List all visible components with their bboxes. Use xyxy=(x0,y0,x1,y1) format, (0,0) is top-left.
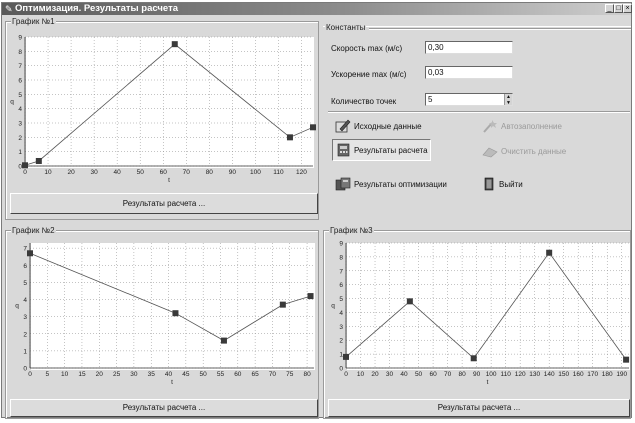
x-tick-label: 170 xyxy=(587,371,598,378)
y-tick-label: 5 xyxy=(339,296,343,303)
x-tick-label: 10 xyxy=(357,371,365,378)
y-tick-label: 1 xyxy=(339,352,343,359)
y-tick-label: 6 xyxy=(339,282,343,289)
graph-3-chart: 0 10 20 30 40 50 60 70 80 90 100 110 120 130 140 150 160… xyxy=(331,241,630,386)
y-axis-label: q xyxy=(331,303,335,310)
x-tick-label: 180 xyxy=(602,371,613,378)
y-tick-label: 7 xyxy=(339,268,343,275)
data-point xyxy=(470,355,477,362)
x-tick-label: 0 xyxy=(344,371,348,378)
main-window: ✎ Оптимизация. Результаты расчета _ □ × … xyxy=(1,2,632,419)
x-tick-label: 20 xyxy=(371,371,379,378)
x-tick-label: 80 xyxy=(458,371,466,378)
data-point xyxy=(343,353,349,360)
y-tick-label: 8 xyxy=(339,254,343,261)
y-tick-label: 4 xyxy=(339,310,343,317)
graph-3-results-button[interactable]: Результаты расчета ... xyxy=(328,399,630,417)
y-tick-label: 9 xyxy=(339,241,343,248)
x-tick-label: 140 xyxy=(544,371,555,378)
data-point xyxy=(406,298,413,305)
x-tick-label: 120 xyxy=(515,371,526,378)
data-point xyxy=(546,249,553,256)
series-line xyxy=(345,252,627,360)
x-tick-label: 150 xyxy=(558,371,569,378)
x-tick-label: 30 xyxy=(386,371,394,378)
x-tick-label: 70 xyxy=(444,371,452,378)
y-tick-label: 3 xyxy=(339,324,343,331)
x-tick-label: 40 xyxy=(400,371,408,378)
x-tick-label: 90 xyxy=(473,371,481,378)
x-tick-label: 50 xyxy=(415,371,423,378)
x-tick-label: 110 xyxy=(500,371,511,378)
x-tick-label: 60 xyxy=(429,371,437,378)
x-tick-label: 100 xyxy=(486,371,497,378)
x-tick-label: 190 xyxy=(616,371,627,378)
y-tick-label: 2 xyxy=(339,338,343,345)
x-tick-label: 130 xyxy=(529,371,540,378)
x-axis-label: t xyxy=(487,379,489,386)
data-point xyxy=(623,356,630,363)
y-tick-label: 0 xyxy=(339,366,343,373)
x-tick-label: 160 xyxy=(573,371,584,378)
